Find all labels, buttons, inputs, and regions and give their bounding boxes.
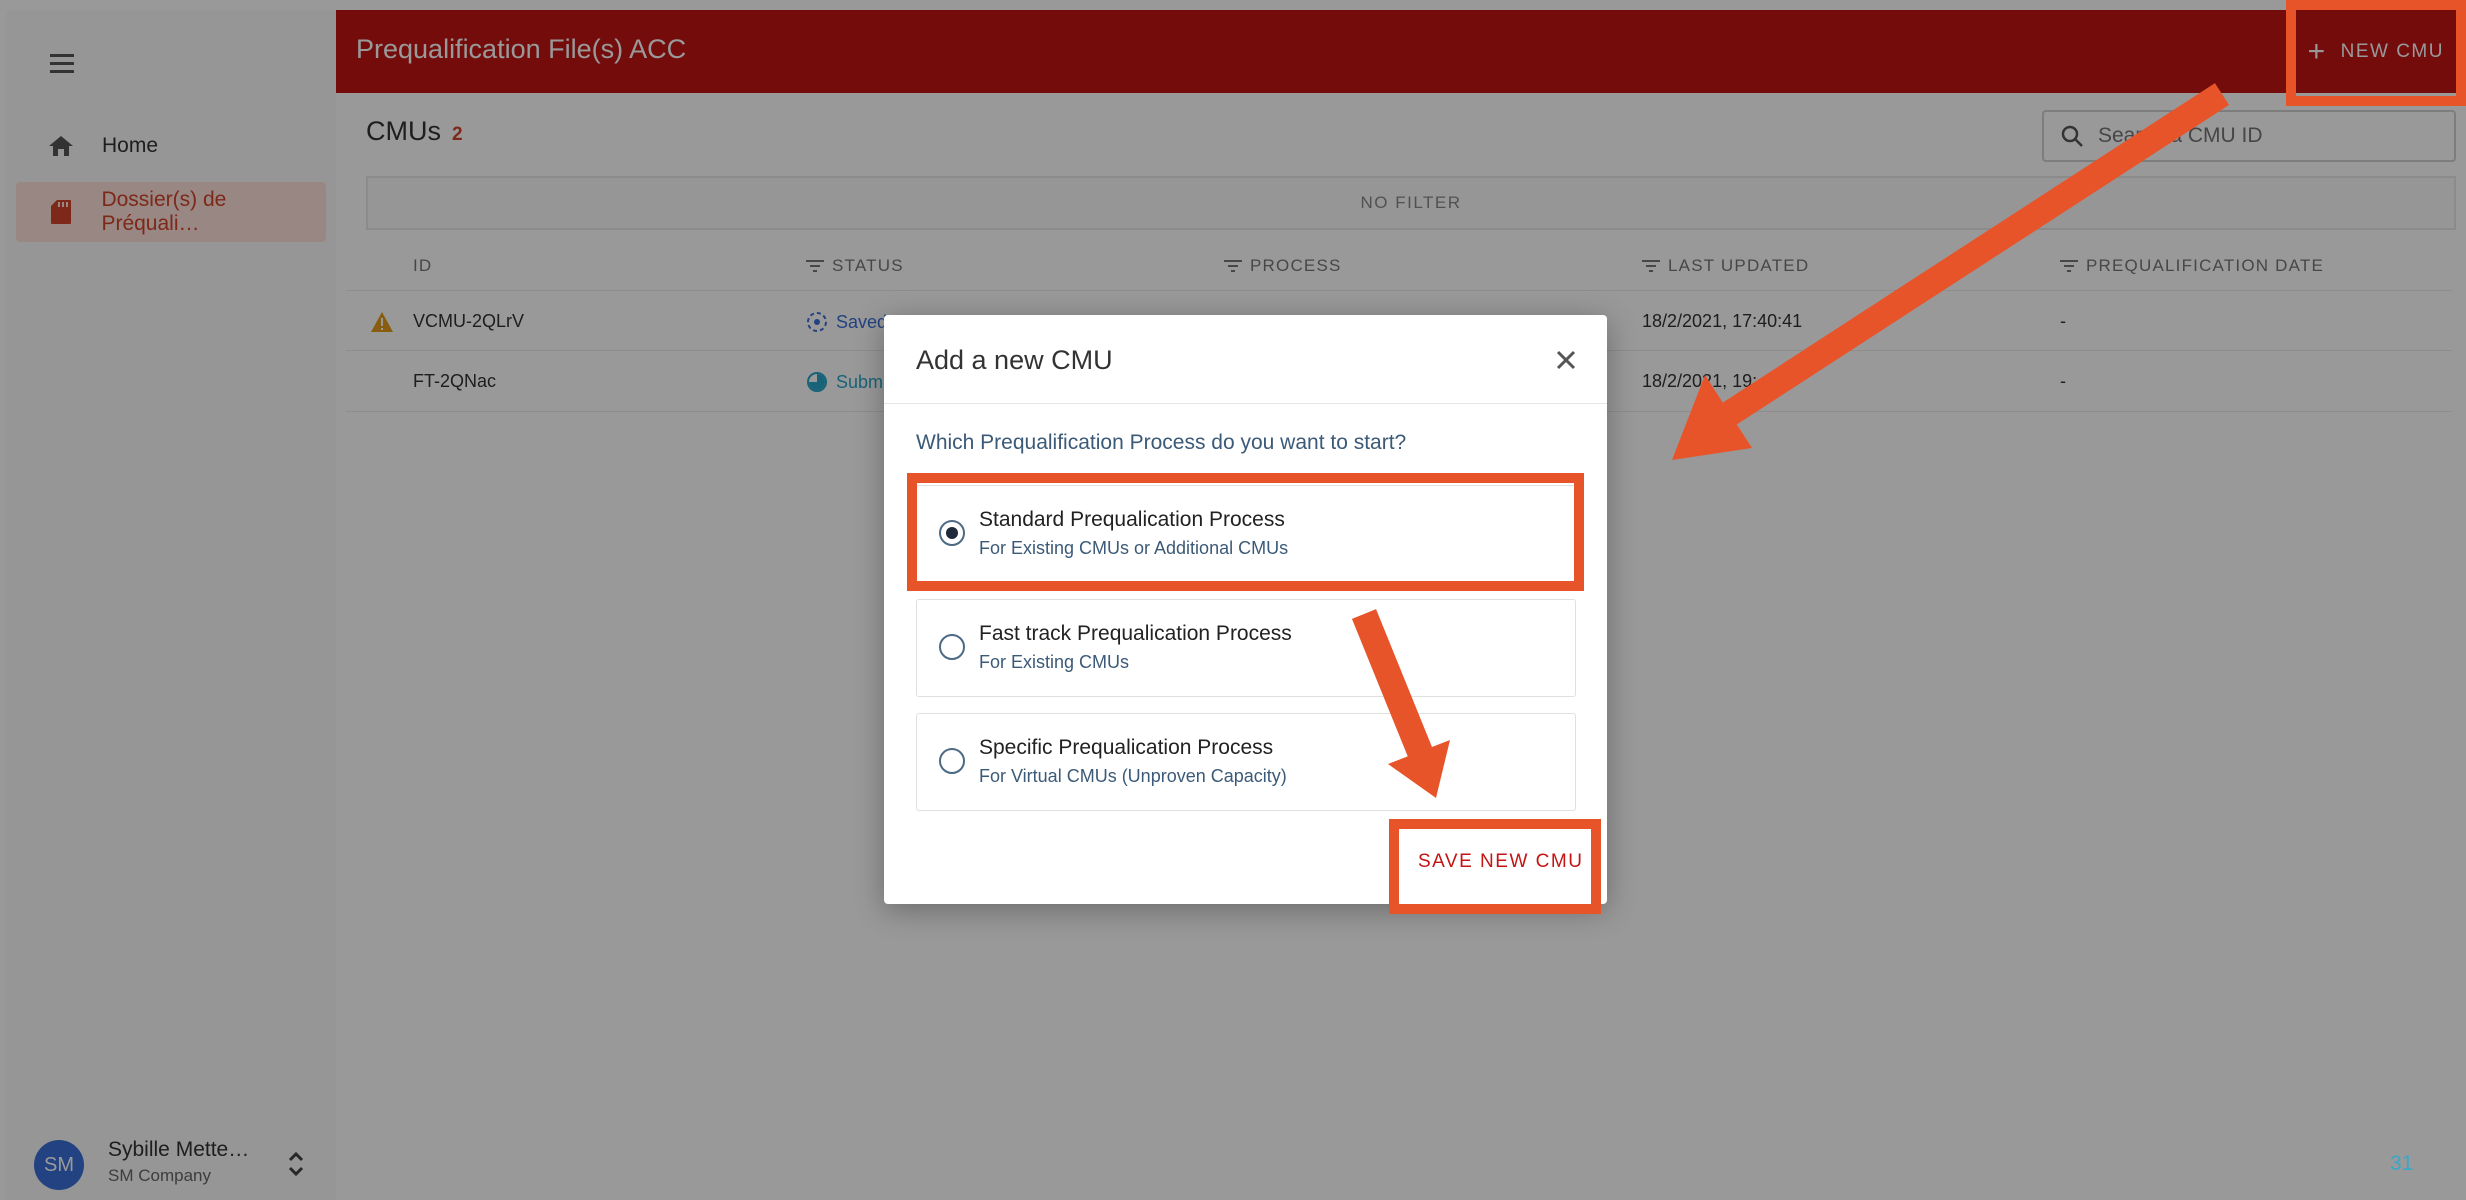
arrow-to-dialog — [1672, 83, 2230, 460]
page-number: 31 — [2390, 1152, 2414, 1175]
annotation-arrows — [1351, 83, 2230, 798]
arrow-to-save-button — [1351, 609, 1450, 798]
